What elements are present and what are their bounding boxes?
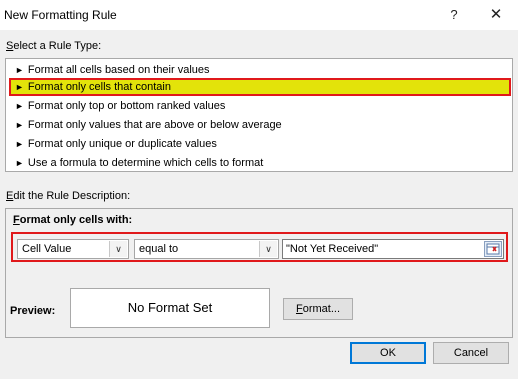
- rule-item-cells-that-contain[interactable]: ► Format only cells that contain: [9, 78, 511, 96]
- rule-item-above-below-average[interactable]: ► Format only values that are above or be…: [9, 116, 511, 134]
- arrow-icon: ►: [15, 101, 24, 111]
- cancel-button[interactable]: Cancel: [433, 342, 509, 364]
- condition-type-select[interactable]: Cell Value ∨: [17, 239, 129, 259]
- arrow-icon: ►: [15, 158, 24, 168]
- ok-button[interactable]: OK: [350, 342, 426, 364]
- arrow-icon: ►: [15, 120, 24, 130]
- dialog-titlebar: New Formatting Rule ? ✕: [0, 0, 518, 30]
- rule-type-list[interactable]: ► Format all cells based on their values …: [5, 58, 513, 172]
- arrow-icon: ►: [15, 65, 24, 75]
- arrow-icon: ►: [15, 139, 24, 149]
- operator-select[interactable]: equal to ∨: [134, 239, 279, 259]
- rule-description-label: Edit the Rule Description:: [6, 190, 131, 202]
- rule-type-label: Select a Rule Type:: [6, 40, 102, 52]
- dialog-title: New Formatting Rule: [4, 8, 117, 22]
- range-select-icon[interactable]: [484, 241, 502, 257]
- arrow-icon: ►: [15, 82, 24, 92]
- format-only-cells-heading: Format only cells with:: [13, 214, 133, 226]
- close-button[interactable]: ✕: [486, 6, 506, 24]
- rule-item-top-bottom[interactable]: ► Format only top or bottom ranked values: [9, 97, 511, 115]
- rule-item-formula[interactable]: ► Use a formula to determine which cells …: [9, 154, 511, 172]
- value-input[interactable]: "Not Yet Received": [282, 239, 504, 259]
- rule-item-all-cells[interactable]: ► Format all cells based on their values: [9, 61, 511, 79]
- chevron-down-icon[interactable]: ∨: [259, 241, 277, 257]
- condition-row: Cell Value ∨ equal to ∨ "Not Yet Receive…: [11, 232, 508, 262]
- dialog-body: Select a Rule Type: ► Format all cells ba…: [0, 30, 518, 379]
- format-button[interactable]: Format...: [283, 298, 353, 320]
- preview-label: Preview:: [10, 305, 56, 317]
- chevron-down-icon[interactable]: ∨: [109, 241, 127, 257]
- rule-item-unique-duplicate[interactable]: ► Format only unique or duplicate values: [9, 135, 511, 153]
- help-button[interactable]: ?: [444, 6, 464, 24]
- preview-box: No Format Set: [70, 288, 270, 328]
